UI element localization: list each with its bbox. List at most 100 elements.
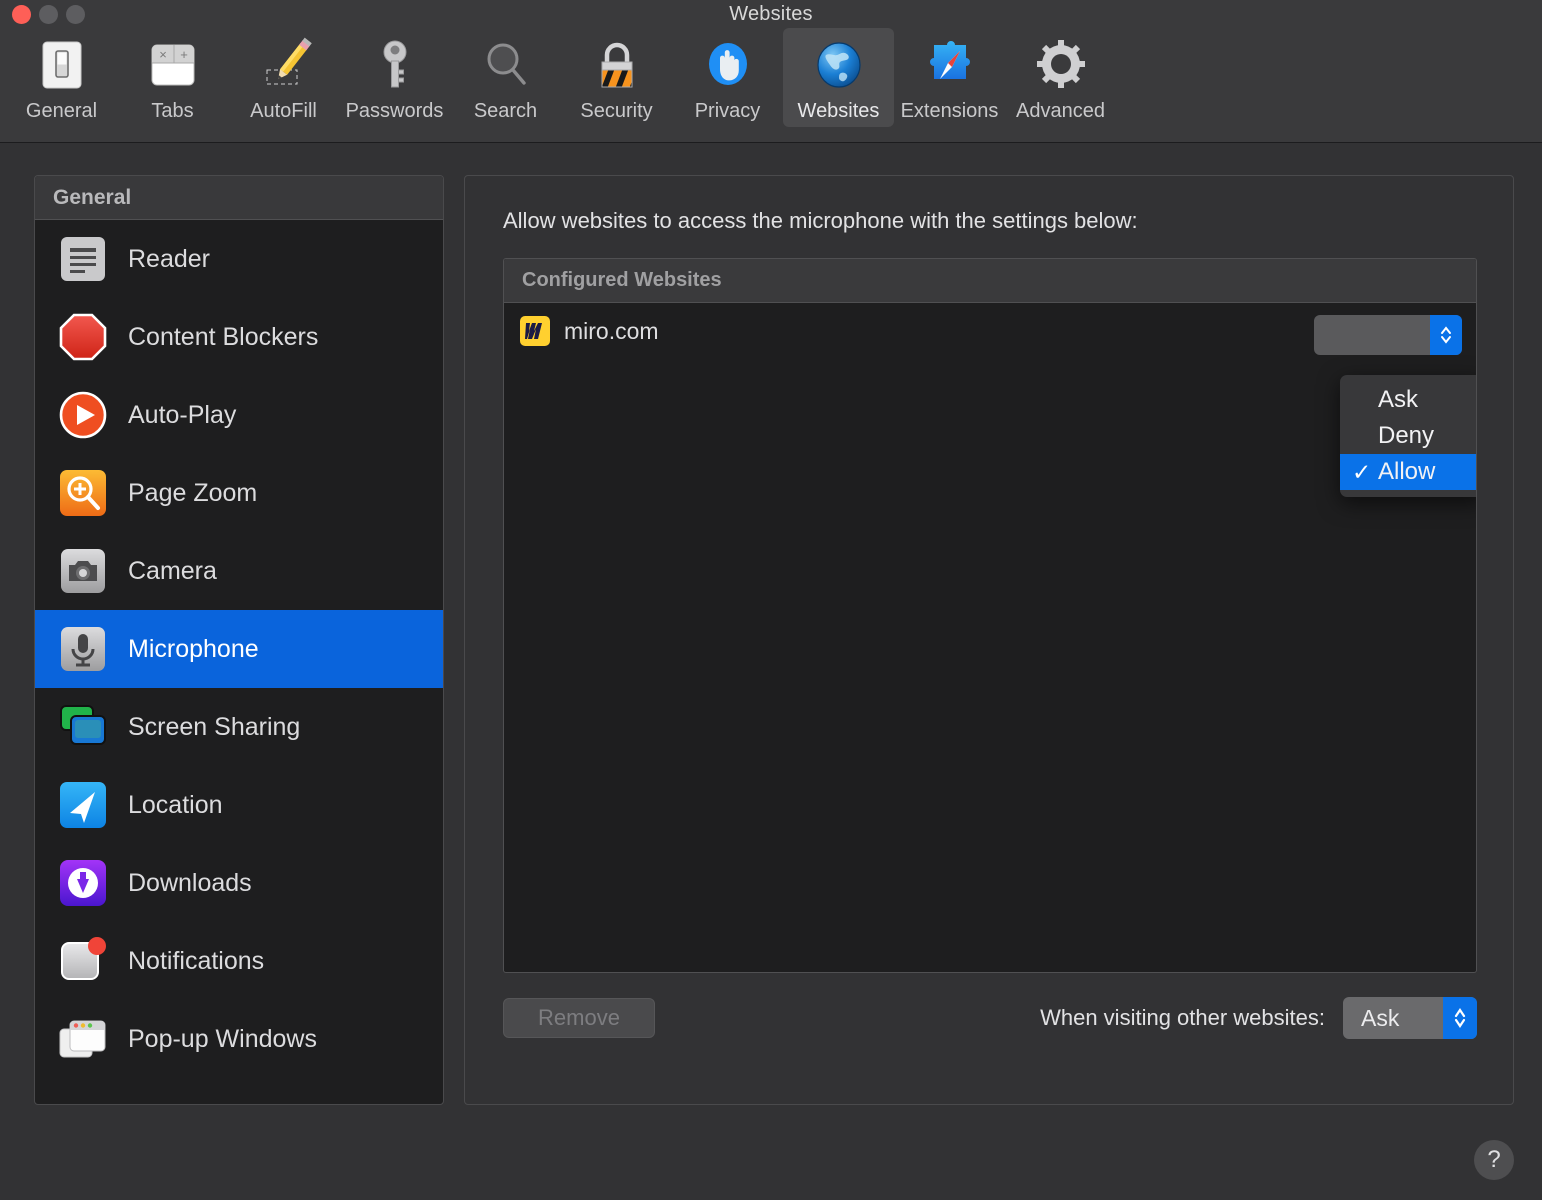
- sidebar-header: General: [35, 176, 443, 220]
- toolbar-label: Extensions: [901, 100, 999, 123]
- sidebar-item-downloads[interactable]: Downloads: [35, 844, 443, 922]
- svg-text:+: +: [180, 47, 188, 62]
- menu-item-label: Deny: [1378, 422, 1434, 450]
- toolbar-label: AutoFill: [250, 100, 317, 123]
- sidebar-item-location[interactable]: Location: [35, 766, 443, 844]
- remove-button[interactable]: Remove: [503, 998, 655, 1038]
- sidebar-item-label: Location: [128, 791, 223, 820]
- microphone-icon: [54, 620, 112, 678]
- sidebar-item-reader[interactable]: Reader: [35, 220, 443, 298]
- popup-windows-icon: [54, 1010, 112, 1068]
- sidebar-item-label: Pop-up Windows: [128, 1025, 317, 1054]
- padlock-icon: [589, 34, 645, 96]
- close-button[interactable]: [12, 5, 31, 24]
- traffic-light-group: [12, 5, 85, 24]
- toolbar-item-advanced[interactable]: Advanced: [1005, 28, 1116, 127]
- toolbar-item-websites[interactable]: Websites: [783, 28, 894, 127]
- help-button[interactable]: ?: [1474, 1140, 1514, 1180]
- panel-footer: Remove When visiting other websites: Ask: [503, 997, 1477, 1039]
- sidebar-item-label: Page Zoom: [128, 479, 257, 508]
- sidebar-item-label: Content Blockers: [128, 323, 318, 352]
- sidebar-item-label: Reader: [128, 245, 210, 274]
- menu-item-ask[interactable]: Ask: [1340, 382, 1477, 418]
- reader-icon: [54, 230, 112, 288]
- other-websites-select[interactable]: Ask: [1343, 997, 1477, 1039]
- default-permission-group: When visiting other websites: Ask: [1040, 997, 1477, 1039]
- row-permission-select[interactable]: [1314, 315, 1462, 355]
- websites-sidebar: General Reader: [34, 175, 444, 1105]
- sidebar-item-label: Screen Sharing: [128, 713, 300, 742]
- puzzle-compass-icon: [922, 34, 978, 96]
- play-circle-icon: [54, 386, 112, 444]
- sidebar-item-camera[interactable]: Camera: [35, 532, 443, 610]
- magnifier-icon: [478, 34, 534, 96]
- toolbar-item-security[interactable]: Security: [561, 28, 672, 127]
- configured-websites-listbox: Configured Websites miro.com: [503, 258, 1477, 973]
- other-websites-value: Ask: [1343, 1005, 1443, 1032]
- chevron-updown-icon: [1430, 315, 1462, 355]
- chevron-updown-icon: [1443, 997, 1477, 1039]
- hand-icon: [700, 34, 756, 96]
- preferences-body: General Reader: [0, 143, 1542, 1105]
- download-arrow-icon: [54, 854, 112, 912]
- svg-text:×: ×: [159, 47, 167, 62]
- toolbar-label: Security: [580, 100, 652, 123]
- sidebar-item-label: Camera: [128, 557, 217, 586]
- toolbar-label: Search: [474, 100, 537, 123]
- toolbar-item-tabs[interactable]: × + Tabs: [117, 28, 228, 127]
- sidebar-item-screen-sharing[interactable]: Screen Sharing: [35, 688, 443, 766]
- toolbar-item-extensions[interactable]: Extensions: [894, 28, 1005, 127]
- sidebar-item-content-blockers[interactable]: Content Blockers: [35, 298, 443, 376]
- camera-icon: [54, 542, 112, 600]
- configured-websites-rows: miro.com Ask: [504, 303, 1476, 972]
- toolbar-label: General: [26, 100, 97, 123]
- minimize-button[interactable]: [39, 5, 58, 24]
- sidebar-item-label: Microphone: [128, 635, 259, 664]
- window-titlebar: Websites: [0, 0, 1542, 28]
- website-name: miro.com: [564, 318, 659, 345]
- screen-sharing-icon: [54, 698, 112, 756]
- permission-dropdown-menu[interactable]: Ask Deny ✓ Allow: [1340, 375, 1477, 497]
- notification-badge-icon: [54, 932, 112, 990]
- toolbar-item-search[interactable]: Search: [450, 28, 561, 127]
- toolbar-label: Tabs: [151, 100, 193, 123]
- sidebar-item-auto-play[interactable]: Auto-Play: [35, 376, 443, 454]
- toolbar-label: Privacy: [695, 100, 761, 123]
- panel-description: Allow websites to access the microphone …: [503, 208, 1477, 234]
- other-websites-label: When visiting other websites:: [1040, 1005, 1325, 1031]
- autofill-pencil-icon: [256, 34, 312, 96]
- toolbar-item-general[interactable]: General: [6, 28, 117, 127]
- toolbar-label: Websites: [798, 100, 880, 123]
- sidebar-item-notifications[interactable]: Notifications: [35, 922, 443, 1000]
- gear-icon: [1033, 34, 1089, 96]
- sidebar-item-label: Downloads: [128, 869, 252, 898]
- miro-favicon: [520, 316, 550, 346]
- zoom-in-icon: [54, 464, 112, 522]
- checkmark-icon: ✓: [1352, 459, 1378, 486]
- sidebar-item-label: Auto-Play: [128, 401, 236, 430]
- general-switch-icon: [34, 34, 90, 96]
- microphone-settings-panel: Allow websites to access the microphone …: [464, 175, 1514, 1105]
- menu-item-deny[interactable]: Deny: [1340, 418, 1477, 454]
- toolbar-label: Passwords: [346, 100, 444, 123]
- toolbar-item-autofill[interactable]: AutoFill: [228, 28, 339, 127]
- menu-item-label: Ask: [1378, 386, 1418, 414]
- sidebar-item-page-zoom[interactable]: Page Zoom: [35, 454, 443, 532]
- tabs-icon: × +: [145, 34, 201, 96]
- stop-sign-icon: [54, 308, 112, 366]
- toolbar-label: Advanced: [1016, 100, 1105, 123]
- sidebar-list: Reader Content Blockers: [35, 220, 443, 1104]
- toolbar-item-privacy[interactable]: Privacy: [672, 28, 783, 127]
- sidebar-item-label: Notifications: [128, 947, 264, 976]
- sidebar-item-popup-windows[interactable]: Pop-up Windows: [35, 1000, 443, 1078]
- globe-icon: [811, 34, 867, 96]
- menu-item-allow[interactable]: ✓ Allow: [1340, 454, 1477, 490]
- preferences-toolbar: General × + Tabs: [0, 28, 1542, 143]
- toolbar-item-passwords[interactable]: Passwords: [339, 28, 450, 127]
- maximize-button[interactable]: [66, 5, 85, 24]
- window-title: Websites: [0, 0, 1542, 28]
- sidebar-item-microphone[interactable]: Microphone: [35, 610, 443, 688]
- location-arrow-icon: [54, 776, 112, 834]
- menu-item-label: Allow: [1378, 458, 1435, 486]
- key-icon: [367, 34, 423, 96]
